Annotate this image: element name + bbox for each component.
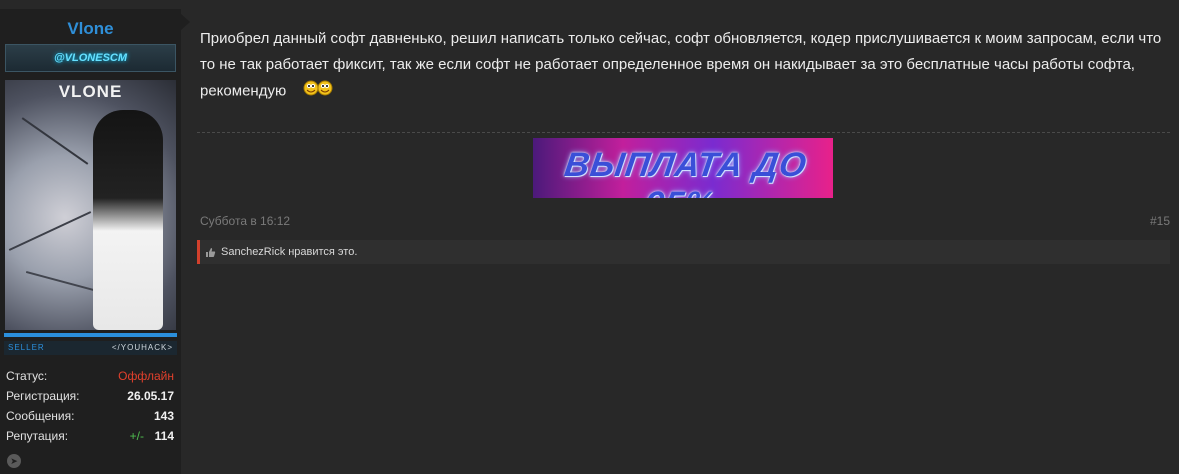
stat-registration: Регистрация: 26.05.17 (6, 389, 174, 409)
avatar-branch (8, 211, 92, 251)
avatar-brand-text: VLONE (58, 82, 123, 101)
smiley-icon (300, 78, 336, 105)
user-group-bar (4, 333, 177, 337)
post-date-link[interactable]: Суббота в 16:12 (200, 214, 290, 228)
badge-seller: SELLER (8, 343, 45, 352)
avatar-figure (93, 110, 163, 330)
banner-text: ВЫПЛАТА ДО 95% (562, 146, 810, 198)
status-value: Оффлайн (118, 369, 174, 383)
like-user-link[interactable]: SanchezRick (221, 246, 285, 258)
avatar-branch (21, 117, 89, 165)
stat-label: Репутация: (6, 429, 69, 443)
avatar-branch (25, 270, 95, 292)
badge-youhack: </YOUHACK> (111, 343, 173, 352)
user-stats: Статус: Оффлайн Регистрация: 26.05.17 Со… (6, 369, 174, 449)
signature-banner[interactable]: ВЫПЛАТА ДО 95% (533, 138, 833, 198)
likes-summary: SanchezRick нравится это. (197, 240, 1170, 264)
stat-label: Регистрация: (6, 389, 80, 403)
post-body: Приобрел данный софт давненько, решил на… (200, 26, 1165, 105)
stat-label: Сообщения: (6, 409, 75, 423)
stat-status: Статус: Оффлайн (6, 369, 174, 389)
stat-messages: Сообщения: 143 (6, 409, 174, 429)
likes-text: SanchezRick нравится это. (221, 240, 357, 264)
messages-value[interactable]: 143 (154, 409, 174, 423)
like-icon (205, 240, 216, 264)
likes-suffix: нравится это. (288, 246, 358, 258)
sidebar-arrow (181, 14, 190, 30)
reputation-vote-link[interactable]: +/- (130, 429, 144, 443)
user-group-badge: SELLER </YOUHACK> (4, 341, 177, 355)
reputation-value: 114 (154, 429, 174, 443)
post-text: Приобрел данный софт давненько, решил на… (200, 30, 1162, 100)
post-number-link[interactable]: #15 (1150, 214, 1170, 228)
user-title-banner: @VLONESCM (5, 44, 176, 72)
avatar[interactable]: VLONE (5, 80, 176, 330)
signature-divider (197, 132, 1170, 133)
telegram-icon[interactable]: ➤ (7, 454, 21, 468)
registration-value: 26.05.17 (127, 389, 174, 403)
stat-label: Статус: (6, 369, 48, 383)
stat-reputation: Репутация: +/- 114 (6, 429, 174, 449)
username-link[interactable]: Vlone (0, 19, 181, 39)
